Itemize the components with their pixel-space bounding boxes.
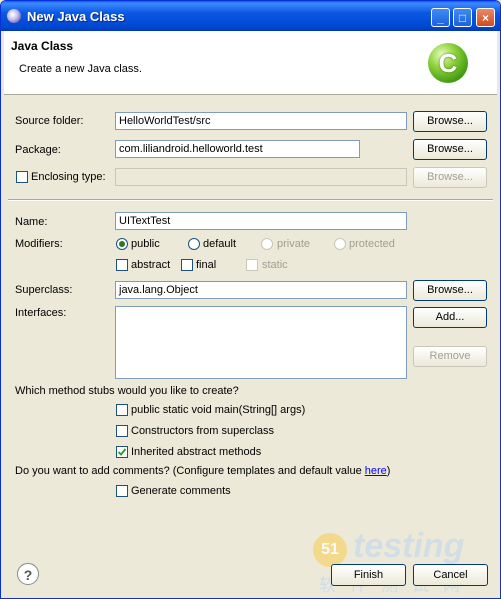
superclass-browse-button[interactable]: Browse... — [413, 280, 487, 301]
superclass-label: Superclass: — [15, 284, 73, 296]
private-radio — [261, 238, 273, 250]
package-browse-button[interactable]: Browse... — [413, 139, 487, 160]
interfaces-list[interactable] — [115, 306, 407, 379]
watermark-number: 51 — [313, 533, 347, 567]
abstract-checkbox[interactable] — [116, 259, 128, 271]
configure-templates-link[interactable]: here — [365, 465, 387, 477]
constructors-label: Constructors from superclass — [131, 425, 275, 437]
new-java-class-dialog: New Java Class _ □ × Java Class Create a… — [0, 0, 501, 599]
constructors-checkbox[interactable] — [116, 425, 128, 437]
source-folder-label: Source folder: — [15, 115, 84, 127]
generate-comments-label: Generate comments — [131, 485, 231, 497]
protected-label: protected — [349, 238, 395, 250]
comments-question-suffix: ) — [386, 465, 391, 477]
title-bar[interactable]: New Java Class _ □ × — [1, 1, 500, 31]
watermark-brand: testing — [353, 527, 465, 565]
default-label: default — [203, 238, 237, 250]
source-folder-browse-button[interactable]: Browse... — [413, 111, 487, 132]
private-label: private — [277, 238, 311, 250]
comments-question-text: Do you want to add comments? (Configure … — [15, 465, 365, 477]
protected-radio — [334, 238, 346, 250]
public-radio[interactable] — [116, 238, 128, 250]
enclosing-type-checkbox[interactable] — [16, 171, 28, 183]
final-label: final — [196, 259, 217, 271]
enclosing-type-browse-button: Browse... — [413, 167, 487, 188]
name-field[interactable]: UITextTest — [115, 212, 407, 230]
comments-question: Do you want to add comments? (Configure … — [15, 465, 390, 477]
help-icon[interactable]: ? — [17, 563, 39, 585]
maximize-button[interactable]: □ — [453, 8, 472, 27]
source-folder-field[interactable]: HelloWorldTest/src — [115, 112, 407, 130]
remove-interface-button: Remove — [413, 346, 487, 367]
checkmark-icon — [117, 448, 127, 456]
main-method-checkbox[interactable] — [116, 404, 128, 416]
default-radio[interactable] — [188, 238, 200, 250]
interfaces-label: Interfaces: — [15, 307, 67, 319]
public-label: public — [131, 238, 160, 250]
superclass-field[interactable]: java.lang.Object — [115, 281, 407, 299]
enclosing-type-label: Enclosing type: — [31, 171, 106, 183]
close-button[interactable]: × — [476, 8, 495, 27]
inherited-methods-checkbox[interactable] — [116, 446, 128, 458]
page-title: Java Class — [11, 39, 74, 53]
package-label: Package: — [15, 144, 61, 156]
inherited-methods-label: Inherited abstract methods — [131, 446, 262, 458]
modifiers-label: Modifiers: — [15, 238, 63, 250]
method-stubs-question: Which method stubs would you like to cre… — [15, 385, 239, 397]
package-field[interactable]: com.liliandroid.helloworld.test — [115, 140, 360, 158]
wizard-header: Java Class Create a new Java class. C — [4, 31, 497, 95]
finish-button[interactable]: Finish — [331, 564, 406, 586]
name-label: Name: — [15, 216, 48, 228]
eclipse-icon — [7, 9, 21, 23]
separator — [8, 199, 493, 201]
minimize-button[interactable]: _ — [431, 8, 450, 27]
add-interface-button[interactable]: Add... — [413, 307, 487, 328]
java-class-logo-icon: C — [428, 43, 468, 83]
enclosing-type-field — [115, 168, 407, 186]
cancel-button[interactable]: Cancel — [413, 564, 488, 586]
page-subtitle: Create a new Java class. — [19, 63, 142, 75]
main-method-label: public static void main(String[] args) — [131, 404, 306, 416]
static-checkbox — [246, 259, 258, 271]
static-label: static — [262, 259, 288, 271]
final-checkbox[interactable] — [181, 259, 193, 271]
abstract-label: abstract — [131, 259, 171, 271]
window-title: New Java Class — [27, 9, 125, 24]
generate-comments-checkbox[interactable] — [116, 485, 128, 497]
radio-selected-dot — [119, 241, 125, 247]
